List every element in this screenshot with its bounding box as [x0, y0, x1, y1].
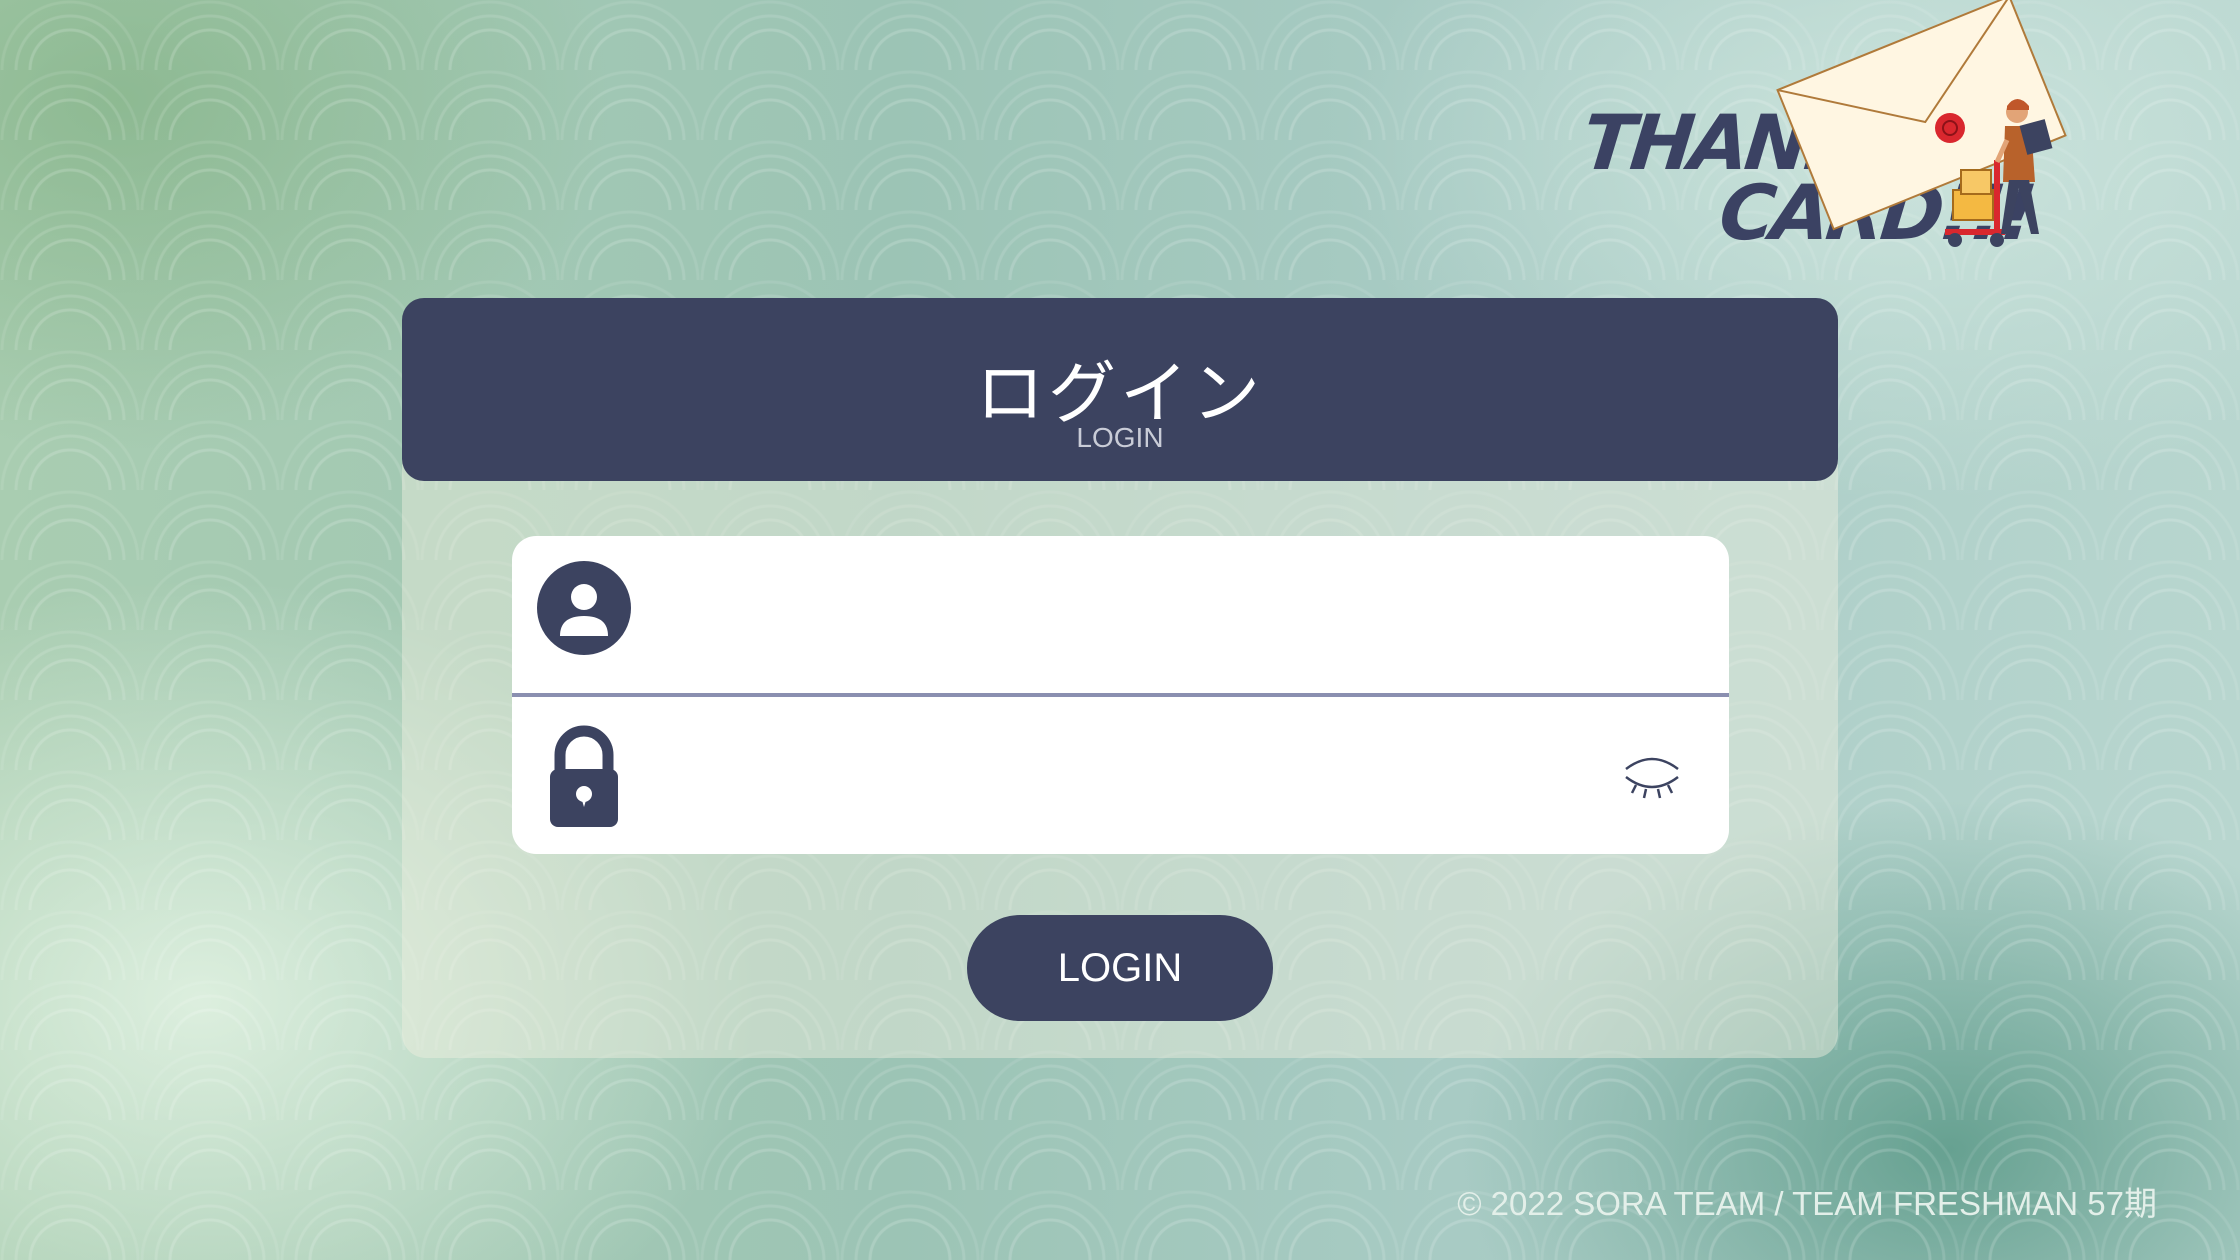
- login-form: [512, 536, 1729, 854]
- copyright-footer: © 2022 SORA TEAM / TEAM FRESHMAN 57期: [1457, 1185, 2157, 1222]
- padlock-icon: [550, 725, 618, 827]
- login-button[interactable]: LOGIN: [967, 915, 1273, 1021]
- thank-card-logo: THANK CARD!!!: [1575, 0, 2095, 260]
- login-panel-header: ログイン LOGIN: [402, 298, 1838, 481]
- user-circle-icon: [537, 561, 631, 655]
- wax-seal-icon: [1935, 113, 1965, 143]
- password-input[interactable]: [662, 727, 1566, 825]
- login-panel: ログイン LOGIN LOGIN: [402, 298, 1838, 1058]
- username-field: [512, 536, 1729, 693]
- envelope-delivery-illustration: [1776, 0, 2067, 247]
- page-subtitle: LOGIN: [1076, 422, 1164, 453]
- eye-closed-icon[interactable]: [1622, 747, 1682, 807]
- username-input[interactable]: [662, 566, 1566, 664]
- password-field: [512, 697, 1729, 854]
